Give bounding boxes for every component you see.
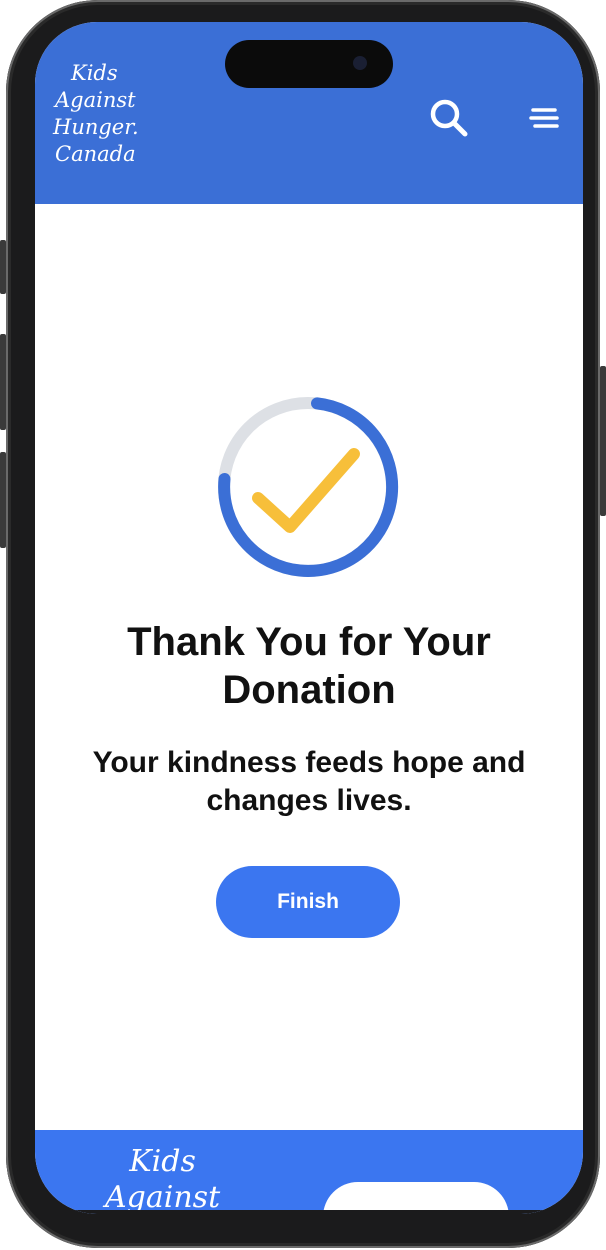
menu-icon[interactable] [529,106,559,130]
app-header: Kids Against Hunger. Canada [35,22,583,204]
logo-line: Canada [55,142,136,166]
app-footer: Kids Against [35,1130,583,1214]
search-icon[interactable] [429,98,469,138]
page-subtitle: Your kindness feeds hope and changes liv… [92,746,526,817]
page-title: Thank You for Your Donation [127,620,491,712]
camera-icon [353,56,367,70]
side-button-volume-down [0,452,6,548]
brand-logo[interactable]: Kids Against Hunger. Canada [53,60,139,168]
logo-line: Kids [71,61,118,85]
side-button-volume-up [0,334,6,430]
dynamic-island [225,40,393,88]
side-button-mute [0,240,6,294]
footer-logo-line: Against [105,1180,221,1214]
logo-line: Against [55,88,136,112]
finish-button[interactable]: Finish [216,866,400,938]
app-screen: Kids Against Hunger. Canada Thank You fo… [35,22,583,1214]
side-button-power [600,366,606,516]
check-circle-icon [218,397,399,577]
footer-logo-line: Kids [129,1144,196,1179]
screen-bottom-edge [35,1210,583,1214]
footer-logo[interactable]: Kids Against [105,1144,220,1214]
logo-line: Hunger. [53,115,139,139]
phone-frame: Kids Against Hunger. Canada Thank You fo… [0,0,606,1248]
